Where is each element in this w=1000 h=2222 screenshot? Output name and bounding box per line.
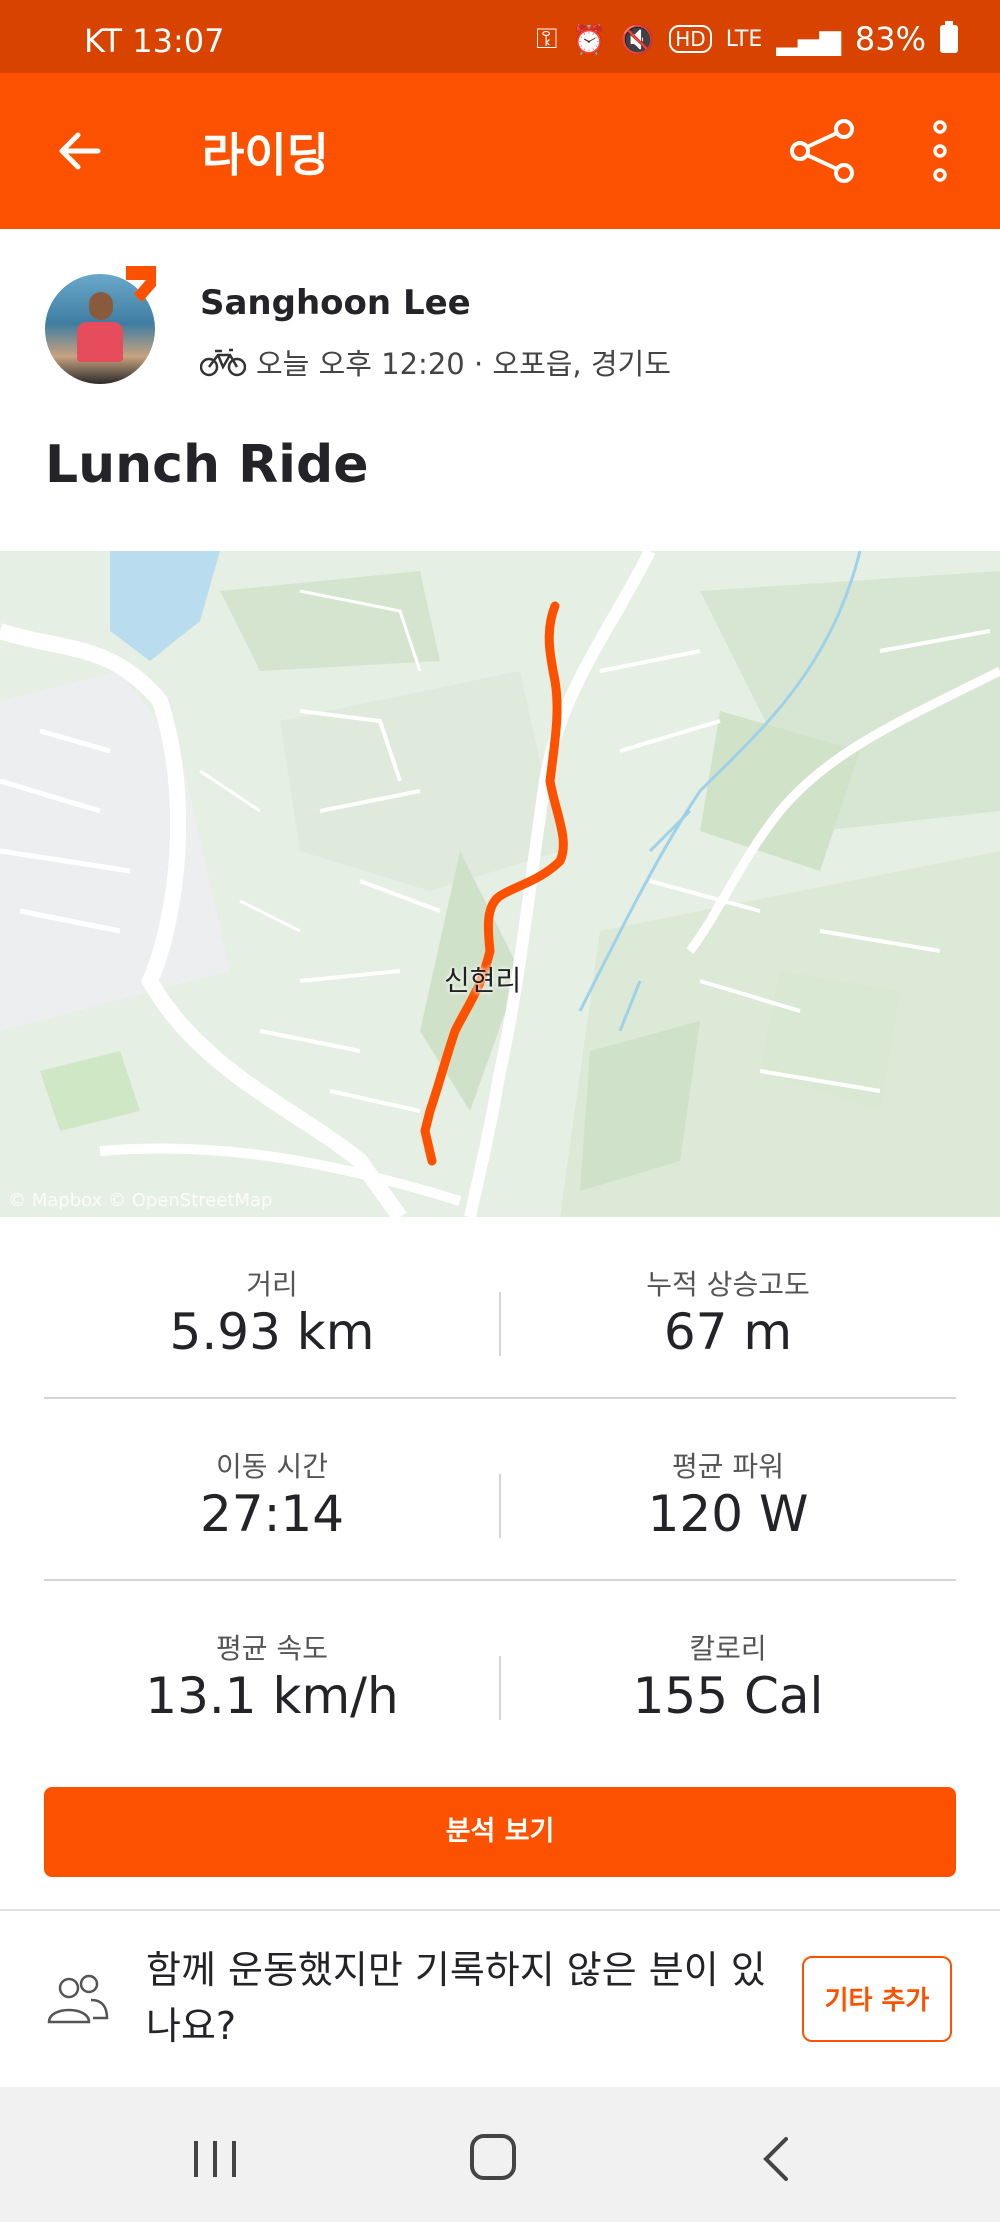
stat-row: 평균 속도 13.1 km/h 칼로리 155 Cal [44,1581,956,1761]
stats-grid: 거리 5.93 km 누적 상승고도 67 m 이동 시간 27:14 평균 파… [44,1217,956,1761]
status-icons: ⚿ ⏰ 🔇 HD LTE ▂▄▆ 83% [536,20,958,58]
stat-row: 거리 5.93 km 누적 상승고도 67 m [44,1217,956,1399]
system-nav-bar [0,2087,1000,2222]
stat-label: 이동 시간 [216,1450,328,1483]
activity-title: Lunch Ride [45,435,369,495]
map-attribution[interactable]: © Mapbox © OpenStreetMap [8,1190,272,1211]
stat-label: 거리 [246,1268,298,1301]
view-analysis-button[interactable]: 분석 보기 [44,1787,956,1877]
hd-icon: HD [669,25,712,53]
stat-value: 13.1 km/h [145,1667,399,1725]
share-icon[interactable] [788,117,856,185]
more-options-icon[interactable] [920,117,960,185]
map-canvas [0,551,1000,1217]
carrier-time: KT 13:07 [84,22,225,60]
status-bar: KT 13:07 ⚿ ⏰ 🔇 HD LTE ▂▄▆ 83% [0,0,1000,73]
home-icon[interactable] [470,2134,516,2180]
stat-elevation-gain: 누적 상승고도 67 m [500,1217,956,1397]
stat-value: 5.93 km [169,1303,375,1361]
stat-value: 120 W [647,1485,809,1543]
recent-apps-icon[interactable] [190,2139,240,2179]
vpn-key-icon: ⚿ [536,22,558,55]
add-others-button[interactable]: 기타 추가 [802,1956,952,2042]
lte-label: LTE [725,26,763,52]
app-bar: 라이딩 [0,73,1000,229]
battery-icon [940,21,958,53]
battery-percent: 83% [854,20,926,58]
avatar-head [89,292,113,320]
stat-label: 누적 상승고도 [646,1268,810,1301]
stat-calories: 칼로리 155 Cal [500,1581,956,1761]
app-title: 라이딩 [202,128,329,182]
bike-icon [200,348,246,377]
alarm-icon: ⏰ [571,22,607,56]
group-people-icon [47,1974,109,2024]
nav-back-icon[interactable] [758,2135,794,2183]
stat-moving-time: 이동 시간 27:14 [44,1399,500,1579]
stat-label: 칼로리 [689,1632,767,1665]
stat-value: 27:14 [199,1485,345,1543]
route-map[interactable]: 신현리 © Mapbox © OpenStreetMap [0,551,1000,1217]
stat-value: 155 Cal [632,1667,824,1725]
athlete-name[interactable]: Sanghoon Lee [200,283,471,323]
signal-icon: ▂▄▆ [776,22,841,56]
stat-label: 평균 파워 [672,1450,784,1483]
section-divider [0,1909,1000,1911]
stat-label: 평균 속도 [216,1632,328,1665]
group-activity-prompt: 함께 운동했지만 기록하지 않은 분이 있나요? [146,1948,766,2048]
mute-icon: 🔇 [620,22,656,56]
map-place-label: 신현리 [444,964,522,997]
stat-distance: 거리 5.93 km [44,1217,500,1397]
stat-avg-speed: 평균 속도 13.1 km/h [44,1581,500,1761]
stat-avg-power: 평균 파워 120 W [500,1399,956,1579]
avatar-shirt [77,322,123,362]
subscriber-badge-icon [126,266,156,302]
activity-header: Sanghoon Lee 오늘 오후 12:20 · 오포읍, 경기도 Lunc… [0,229,1000,529]
stat-row: 이동 시간 27:14 평균 파워 120 W [44,1399,956,1581]
stat-value: 67 m [663,1303,793,1361]
activity-meta: 오늘 오후 12:20 · 오포읍, 경기도 [200,341,671,383]
activity-meta-text: 오늘 오후 12:20 · 오포읍, 경기도 [256,347,671,381]
back-arrow-icon[interactable] [52,123,108,179]
